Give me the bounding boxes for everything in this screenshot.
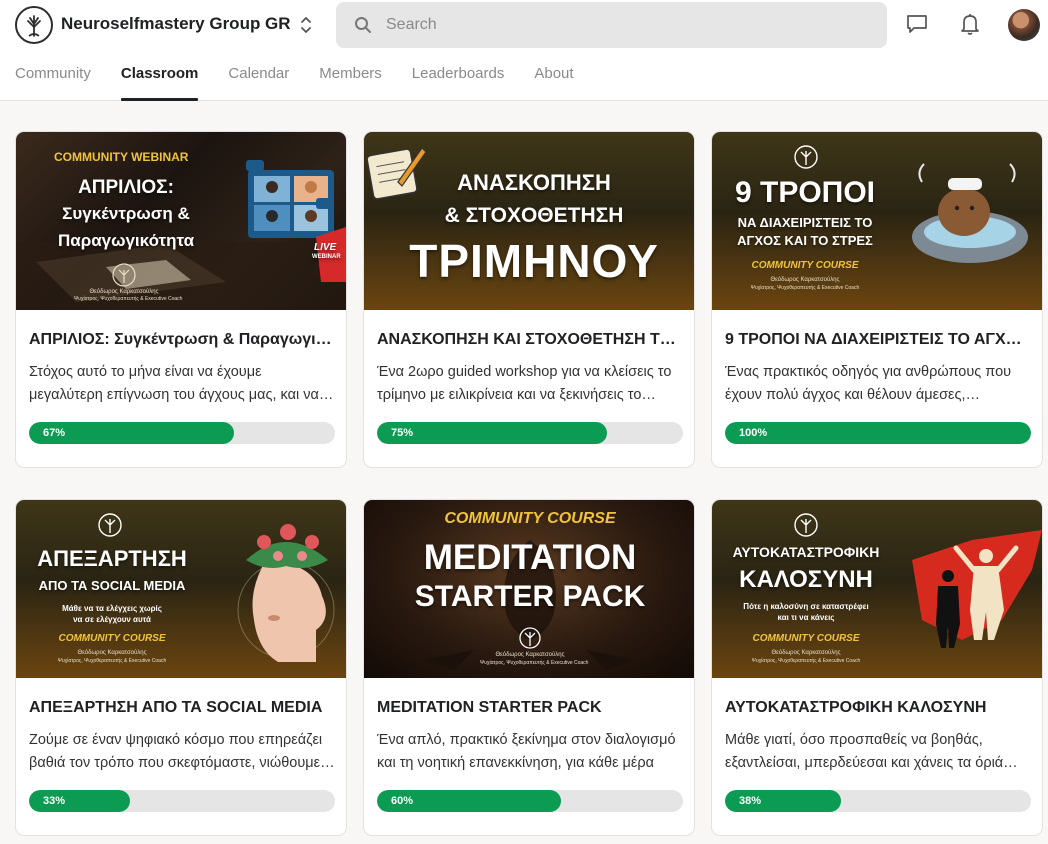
thumb-subtitle-line1: Πότε η καλοσύνη σε καταστρέφει <box>743 602 869 611</box>
tab-about[interactable]: About <box>534 62 573 101</box>
tree-logo-icon[interactable] <box>15 6 53 44</box>
course-title[interactable]: ΑΠΕΞΑΡΤΗΣΗ ΑΠΟ ΤΑ SOCIAL MEDIA <box>29 699 335 717</box>
course-thumbnail[interactable]: ΑΝΑΣΚΟΠΗΣΗ & ΣΤΟΧΟΘΕΤΗΣΗ ΤΡΙΜΗΝΟΥ <box>364 132 694 310</box>
course-card[interactable]: COMMUNITY WEBINAR ΑΠΡΙΛΙΟΣ: Συγκέντρωση … <box>15 131 347 468</box>
thumb-author-subtitle: Ψυχίατρος, Ψυχοθεραπευτής & Executive Co… <box>74 296 183 302</box>
progress-bar: 33% <box>29 790 335 812</box>
thumb-subtitle-line2: να σε ελέγχουν αυτά <box>73 615 151 624</box>
search-icon <box>354 16 372 39</box>
course-title[interactable]: 9 ΤΡΟΠΟΙ ΝΑ ΔΙΑΧΕΙΡΙΣΤΕΙΣ ΤΟ ΑΓΧΟΣ ΚΑΙ Τ… <box>725 331 1031 349</box>
chevron-updown-icon[interactable] <box>296 12 316 38</box>
course-card[interactable]: COMMUNITY COURSE MEDITATION STARTER PACK… <box>363 499 695 836</box>
course-thumbnail[interactable]: 9 ΤΡΟΠΟΙ ΝΑ ΔΙΑΧΕΙΡΙΣΤΕΙΣ ΤΟ ΑΓΧΟΣ ΚΑΙ Τ… <box>712 132 1042 310</box>
thumb-author-subtitle: Ψυχίατρος, Ψυχοθεραπευτής & Executive Co… <box>751 658 861 664</box>
course-title[interactable]: ΑΝΑΣΚΟΠΗΣΗ ΚΑΙ ΣΤΟΧΟΘΕΤΗΣΗ ΤΡΙΜΗΝΟΥ <box>377 331 683 349</box>
thumb-title-line2: ΑΠΟ ΤΑ SOCIAL MEDIA <box>38 578 186 593</box>
thumb-title-line1: ΑΠΡΙΛΙΟΣ: <box>78 177 174 198</box>
avatar[interactable] <box>1008 9 1040 41</box>
course-thumbnail[interactable]: ΑΥΤΟΚΑΤΑΣΤΡΟΦΙΚΗ ΚΑΛΟΣΥΝΗ Πότε η καλοσύν… <box>712 500 1042 678</box>
course-description: Ένας πρακτικός οδηγός για ανθρώπους που … <box>725 364 1012 403</box>
progress-label: 33% <box>43 795 66 807</box>
progress-label: 67% <box>43 427 66 439</box>
progress-bar: 38% <box>725 790 1031 812</box>
bell-icon[interactable] <box>956 10 984 38</box>
search-bar <box>336 2 887 48</box>
thumb-badge: COMMUNITY COURSE <box>444 510 616 527</box>
thumb-title-line3: ΑΓΧΟΣ ΚΑΙ ΤΟ ΣΤΡΕΣ <box>737 233 873 248</box>
course-description: Ζούμε σε έναν ψηφιακό κόσμο που επηρεάζε… <box>29 732 323 771</box>
thumb-title-line3: ΤΡΙΜΗΝΟΥ <box>409 235 659 287</box>
tab-calendar[interactable]: Calendar <box>228 62 289 101</box>
course-title[interactable]: MEDITATION STARTER PACK <box>377 699 683 717</box>
thumb-subtitle-line2: και τι να κάνεις <box>777 613 835 622</box>
chat-icon[interactable] <box>903 10 931 38</box>
tab-classroom[interactable]: Classroom <box>120 62 198 101</box>
nav-tabs: Community Classroom Calendar Members Lea… <box>15 62 574 101</box>
top-header: Neuroselfmastery Group GR Community Clas… <box>0 0 1048 101</box>
thumb-badge: COMMUNITY COURSE <box>751 260 859 271</box>
thumb-title-line1: ΑΥΤΟΚΑΤΑΣΤΡΟΦΙΚΗ <box>732 544 880 560</box>
thumb-badge: COMMUNITY WEBINAR <box>54 150 189 164</box>
tab-community[interactable]: Community <box>15 62 91 101</box>
thumb-title-line1: 9 ΤΡΟΠΟΙ <box>734 176 876 209</box>
course-card[interactable]: ΑΥΤΟΚΑΤΑΣΤΡΟΦΙΚΗ ΚΑΛΟΣΥΝΗ Πότε η καλοσύν… <box>711 499 1043 836</box>
thumb-subtitle-line1: Μάθε να τα ελέγχεις χωρίς <box>62 604 162 613</box>
course-description: Ένα 2ωρο guided workshop για να κλείσεις… <box>377 364 672 403</box>
progress-bar: 60% <box>377 790 683 812</box>
course-title[interactable]: ΑΠΡΙΛΙΟΣ: Συγκέντρωση & Παραγωγικότητα <box>29 331 335 349</box>
thumb-title-line1: ΑΝΑΣΚΟΠΗΣΗ <box>457 170 611 195</box>
progress-label: 100% <box>739 427 768 439</box>
progress-bar: 75% <box>377 422 683 444</box>
progress-label: 60% <box>391 795 414 807</box>
progress-fill <box>725 422 1031 444</box>
course-title[interactable]: ΑΥΤΟΚΑΤΑΣΤΡΟΦΙΚΗ ΚΑΛΟΣΥΝΗ <box>725 699 1031 717</box>
thumb-title-line3: Παραγωγικότητα <box>57 231 195 250</box>
thumb-author: Θεόδωρος Καρκατσούλης <box>771 650 841 656</box>
course-card[interactable]: ΑΝΑΣΚΟΠΗΣΗ & ΣΤΟΧΟΘΕΤΗΣΗ ΤΡΙΜΗΝΟΥ ΑΝΑΣΚΟ… <box>363 131 695 468</box>
course-card[interactable]: ΑΠΕΞΑΡΤΗΣΗ ΑΠΟ ΤΑ SOCIAL MEDIA Μάθε να τ… <box>15 499 347 836</box>
webinar-label: WEBINAR <box>312 254 341 260</box>
course-thumbnail[interactable]: ΑΠΕΞΑΡΤΗΣΗ ΑΠΟ ΤΑ SOCIAL MEDIA Μάθε να τ… <box>16 500 346 678</box>
thumb-author-subtitle: Ψυχίατρος, Ψυχοθεραπευτής & Executive Co… <box>750 285 860 291</box>
tab-members[interactable]: Members <box>319 62 382 101</box>
thumb-title-line2: Συγκέντρωση & <box>62 204 190 223</box>
course-description: Μάθε γιατί, όσο προσπαθείς να βοηθάς, εξ… <box>725 732 1004 771</box>
thumb-author: Θεόδωρος Καρκατσούλης <box>495 652 565 658</box>
progress-label: 38% <box>739 795 762 807</box>
progress-label: 75% <box>391 427 414 439</box>
thumb-badge: COMMUNITY COURSE <box>58 633 166 644</box>
thumb-title-line2: ΝΑ ΔΙΑΧΕΙΡΙΣΤΕΙΣ ΤΟ <box>737 215 873 230</box>
course-thumbnail[interactable]: COMMUNITY COURSE MEDITATION STARTER PACK… <box>364 500 694 678</box>
thumb-title-line1: MEDITATION <box>423 538 637 577</box>
course-description: Ένα απλό, πρακτικό ξεκίνημα στον διαλογι… <box>377 732 676 771</box>
live-label: LIVE <box>314 242 337 253</box>
thumb-author: Θεόδωρος Καρκατσούλης <box>89 289 159 295</box>
progress-bar: 100% <box>725 422 1031 444</box>
thumb-badge: COMMUNITY COURSE <box>752 633 860 644</box>
thumb-author: Θεόδωρος Καρκατσούλης <box>77 650 147 656</box>
thumb-title-line2: STARTER PACK <box>414 580 646 613</box>
course-description: Στόχος αυτό το μήνα είναι να έχουμε μεγα… <box>29 364 319 403</box>
group-name[interactable]: Neuroselfmastery Group GR <box>61 14 291 34</box>
thumb-author-subtitle: Ψυχίατρος, Ψυχοθεραπευτής & Executive Co… <box>57 658 167 664</box>
tab-leaderboards[interactable]: Leaderboards <box>412 62 505 101</box>
thumb-title-line1: ΑΠΕΞΑΡΤΗΣΗ <box>37 546 187 571</box>
thumb-author-subtitle: Ψυχίατρος, Ψυχοθεραπευτής & Executive Co… <box>480 660 589 666</box>
course-card[interactable]: 9 ΤΡΟΠΟΙ ΝΑ ΔΙΑΧΕΙΡΙΣΤΕΙΣ ΤΟ ΑΓΧΟΣ ΚΑΙ Τ… <box>711 131 1043 468</box>
thumb-author: Θεόδωρος Καρκατσούλης <box>770 277 840 283</box>
course-thumbnail[interactable]: COMMUNITY WEBINAR ΑΠΡΙΛΙΟΣ: Συγκέντρωση … <box>16 132 346 310</box>
progress-bar: 67% <box>29 422 335 444</box>
thumb-title-line2: ΚΑΛΟΣΥΝΗ <box>739 566 873 593</box>
thumb-title-line2: & ΣΤΟΧΟΘΕΤΗΣΗ <box>444 204 624 227</box>
search-input[interactable] <box>386 2 866 48</box>
